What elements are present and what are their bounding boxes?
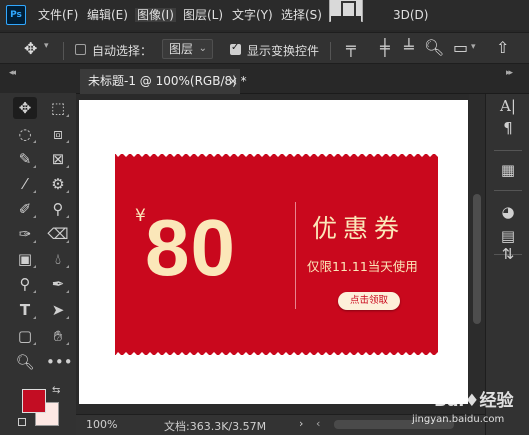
divider [63,42,64,60]
hand-tool-icon[interactable]: ✋︎ [46,325,70,347]
crop-tool-icon[interactable]: ⊠ [46,148,70,170]
more-tools-icon[interactable]: ••• [46,351,73,373]
move-tool-icon[interactable]: ✥ [13,97,37,119]
table-panel-icon[interactable]: ▦ [498,160,518,180]
coupon-subtitle: 仅限11.11当天使用 [307,259,418,274]
coupon-divider [295,202,296,309]
layer-dropdown[interactable]: 图层 ⌄ [162,39,213,59]
chevron-down-icon[interactable]: ▾ [44,41,49,51]
gradient-tool-icon[interactable]: ▣ [13,248,37,270]
menu-select[interactable]: 选择(S) [281,8,322,22]
healing-brush-tool-icon[interactable]: ⚙ [46,173,70,195]
align-top-icon[interactable]: ╤ [346,38,356,57]
claim-button: 点击领取 [338,292,400,310]
character-panel-icon[interactable]: A| [498,96,518,116]
color-panel-icon[interactable]: ◕ [498,202,518,222]
swap-colors-icon[interactable]: ⇆ [52,385,60,396]
menu-image[interactable]: 图像(I) [135,8,176,22]
menu-overlap [331,16,361,22]
swatches-panel-icon[interactable]: ▤ [498,226,518,246]
document-tab[interactable]: 未标题-1 @ 100%(RGB/8) * × [80,69,247,94]
zoom-tool-icon[interactable]: 🔍︎ [13,351,37,373]
eraser-tool-icon[interactable]: ⌫ [46,223,70,245]
marquee-tool-icon[interactable]: ⬚ [46,97,70,119]
quick-select-tool-icon[interactable]: ✎ [13,148,37,170]
divider [494,150,522,151]
options-bar: ✥ ▾ 自动选择： 图层 ⌄ 显示变换控件 ╤ ╪ ╧ 🔍︎ ▭ ▾ ⇧ [0,32,529,64]
type-tool-icon[interactable]: T [13,299,37,321]
coupon-title: 优惠券 [312,214,406,243]
foreground-color-swatch[interactable] [22,389,46,413]
eyedropper-tool-icon[interactable]: ⁄ [13,173,37,195]
coupon-bottom-edge [115,352,438,356]
watermark-brand: Bai♦经验 [434,391,514,411]
document-canvas[interactable]: ¥ 80 优惠券 仅限11.11当天使用 点击领取 [79,100,468,404]
chevron-right-icon[interactable]: › [299,417,303,430]
rectangle-tool-icon[interactable]: ▢ [13,325,37,347]
photoshop-logo[interactable]: Ps [6,5,26,25]
menu-3d[interactable]: 3D(D) [393,8,428,22]
coupon-amount: 80 [145,203,236,292]
history-brush-tool-icon[interactable]: ✑ [13,223,37,245]
show-transform-checkbox[interactable] [230,42,241,55]
adjustments-panel-icon[interactable]: ⇅ [498,244,518,264]
menu-file[interactable]: 文件(F) [38,8,78,22]
auto-select-label: 自动选择： [92,44,153,58]
document-size: 363.3K/3.57M [189,420,267,433]
menu-edit[interactable]: 编辑(E) [87,8,128,22]
document-info-label: 文档: [164,420,190,433]
dodge-tool-icon[interactable]: ⚲ [13,273,37,295]
chevron-down-icon[interactable]: ▾ [471,42,476,52]
show-transform-label: 显示变换控件 [247,44,320,58]
blur-tool-icon[interactable]: 💧︎ [46,248,70,270]
auto-select-checkbox[interactable] [75,44,86,55]
divider [494,190,522,191]
workspace-icon[interactable]: ▭ [453,38,468,57]
lasso-tool-icon[interactable]: ◌ [13,123,37,145]
watermark: Bai♦经验 jingyan.baidu.com [410,384,528,434]
object-select-tool-icon[interactable]: ⧈ [46,123,70,145]
clone-stamp-tool-icon[interactable]: ⚲ [46,198,70,220]
search-icon[interactable]: 🔍︎ [424,38,444,57]
path-select-tool-icon[interactable]: ➤ [46,299,70,321]
share-icon[interactable]: ⇧ [496,38,509,57]
coupon-top-edge [115,153,438,157]
document-info[interactable]: 文档:363.3K/3.57M [164,418,266,434]
vertical-scrollbar-thumb[interactable] [473,194,481,324]
pen-tool-icon[interactable]: ✒ [46,273,70,295]
zoom-level[interactable]: 100% [86,418,117,431]
coupon-graphic: ¥ 80 优惠券 仅限11.11当天使用 点击领取 [115,153,438,356]
brush-tool-icon[interactable]: ✐ [13,198,37,220]
layer-dropdown-value: 图层 [169,42,194,56]
watermark-url: jingyan.baidu.com [412,414,505,425]
vertical-scrollbar[interactable] [469,94,485,414]
align-bottom-icon[interactable]: ╧ [404,38,414,57]
divider [330,42,331,60]
menu-layer[interactable]: 图层(L) [183,8,223,22]
default-colors-icon[interactable] [18,418,26,426]
document-tab-title: 未标题-1 @ 100%(RGB/8) * [88,74,247,88]
paragraph-panel-icon[interactable]: ¶ [498,118,518,138]
chevron-down-icon: ⌄ [198,43,207,54]
document-tab-strip: ◂◂ 未标题-1 @ 100%(RGB/8) * × ▸▸ [0,64,529,94]
canvas-area[interactable]: ¥ 80 优惠券 仅限11.11当天使用 点击领取 [76,94,485,414]
chevron-left-icon[interactable]: ‹ [316,417,320,430]
menu-type[interactable]: 文字(Y) [232,8,273,22]
collapse-toolbar-icon[interactable]: ◂◂ [9,68,16,78]
collapse-panels-icon[interactable]: ▸▸ [506,68,513,78]
menu-bar: Ps 文件(F) 编辑(E) 图像(I) 图层(L) 文字(Y) 选择(S) 3… [0,0,529,30]
close-icon[interactable]: × [228,69,238,94]
align-vertical-center-icon[interactable]: ╪ [380,38,390,57]
move-tool-icon[interactable]: ✥ [24,39,37,58]
tools-panel: ✥ ⬚ ◌ ⧈ ✎ ⊠ ⁄ ⚙ ✐ ⚲ ✑ ⌫ ▣ 💧︎ ⚲ ✒ T ➤ ▢ ✋… [0,93,76,435]
